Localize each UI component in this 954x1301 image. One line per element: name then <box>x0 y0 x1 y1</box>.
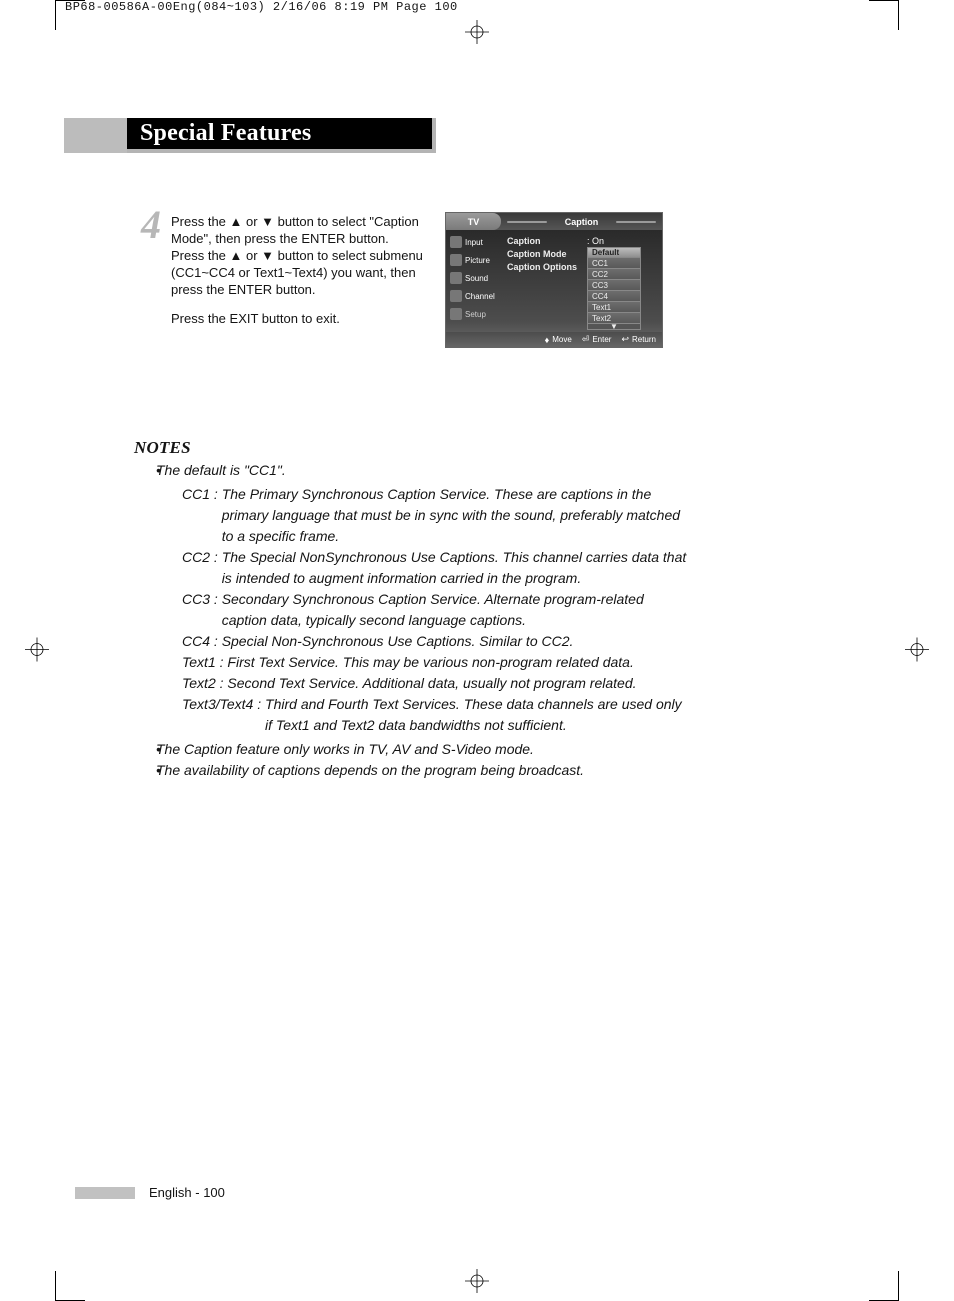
osd-dropdown-item: Text1 <box>587 302 641 313</box>
definition-row: Text3/Text4Third and Fourth Text Service… <box>182 694 689 736</box>
page-slug: BP68-00586A-00Eng(084~103) 2/16/06 8:19 … <box>65 0 458 14</box>
definition-row: CC2The Special NonSynchronous Use Captio… <box>182 547 689 589</box>
definition-row: CC1The Primary Synchronous Caption Servi… <box>182 484 689 547</box>
osd-dropdown-item: CC3 <box>587 280 641 291</box>
osd-side-item: Setup <box>446 305 501 323</box>
osd-side-item: Input <box>446 233 501 251</box>
osd-side-item: Picture <box>446 251 501 269</box>
osd-tv-badge: TV <box>446 213 501 230</box>
osd-side-item: Sound <box>446 269 501 287</box>
step-paragraph: Press the ▲ or ▼ button to select submen… <box>171 247 446 298</box>
step-paragraph: Press the EXIT button to exit. <box>171 310 446 327</box>
definition-row: CC3Secondary Synchronous Caption Service… <box>182 589 689 631</box>
sound-icon <box>450 272 462 284</box>
updown-icon: ♦ <box>545 335 550 345</box>
osd-dropdown: Default CC1 CC2 CC3 CC4 Text1 Text2 ▼ <box>587 247 641 330</box>
osd-side-item: Channel <box>446 287 501 305</box>
registration-mark-icon <box>905 637 929 664</box>
channel-icon <box>450 290 462 302</box>
enter-icon: ⏎ <box>582 334 590 345</box>
definition-row: Text2Second Text Service. Additional dat… <box>182 673 689 694</box>
notes-heading: NOTES <box>134 438 689 458</box>
osd-dropdown-item: Default <box>587 247 641 258</box>
list-item: The default is "CC1". CC1The Primary Syn… <box>156 460 689 736</box>
section-header: Special Features <box>64 118 436 153</box>
osd-dropdown-item: CC2 <box>587 269 641 280</box>
definition-row: Text1First Text Service. This may be var… <box>182 652 689 673</box>
registration-mark-icon <box>465 1269 489 1296</box>
footer-block <box>75 1187 135 1199</box>
section-title: Special Features <box>127 118 436 153</box>
osd-footer: ♦Move ⏎Enter ↩Return <box>446 332 662 347</box>
osd-title: Caption <box>501 213 662 230</box>
page-number: English - 100 <box>149 1185 225 1200</box>
page-footer: English - 100 <box>75 1185 225 1200</box>
return-icon: ↩ <box>621 334 629 345</box>
notes-section: NOTES The default is "CC1". CC1The Prima… <box>134 438 689 781</box>
osd-row: Caption: On <box>507 234 658 247</box>
chevron-down-icon: ▼ <box>587 324 641 330</box>
step-paragraph: Press the ▲ or ▼ button to select "Capti… <box>171 213 446 247</box>
osd-side-nav: Input Picture Sound Channel Setup <box>446 230 501 332</box>
step-number: 4 <box>137 210 165 327</box>
list-item: The availability of captions depends on … <box>156 760 689 781</box>
crop-mark <box>55 1271 85 1301</box>
crop-mark <box>869 1271 899 1301</box>
registration-mark-icon <box>25 637 49 664</box>
registration-mark-icon <box>465 20 489 47</box>
osd-dropdown-item: CC1 <box>587 258 641 269</box>
picture-icon <box>450 254 462 266</box>
osd-main-panel: Caption: On Caption Mode Caption Options… <box>501 230 662 332</box>
input-icon <box>450 236 462 248</box>
osd-dropdown-item: CC4 <box>587 291 641 302</box>
definition-row: CC4Special Non-Synchronous Use Captions.… <box>182 631 689 652</box>
crop-mark <box>869 0 899 30</box>
setup-icon <box>450 308 462 320</box>
list-item: The Caption feature only works in TV, AV… <box>156 739 689 760</box>
step-text: Press the ▲ or ▼ button to select "Capti… <box>171 213 446 327</box>
osd-screenshot: TV Caption Input Picture Sound Channel S… <box>446 213 662 347</box>
